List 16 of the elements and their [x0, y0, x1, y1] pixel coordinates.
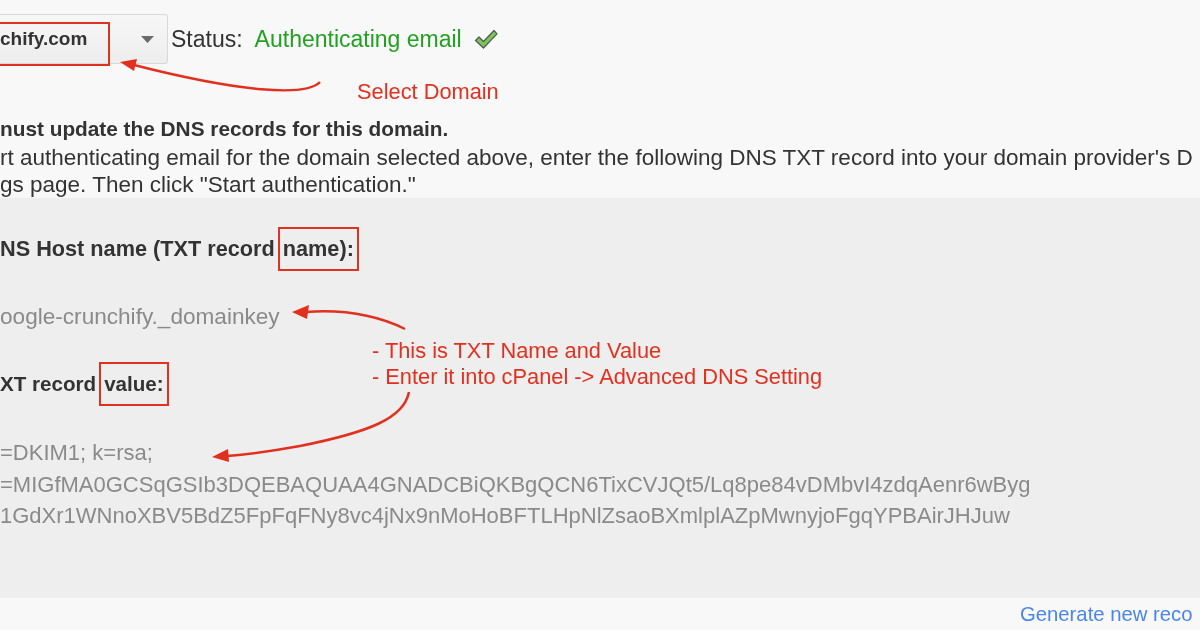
field-label: name):: [282, 236, 354, 262]
annotation-text: Select Domain: [357, 79, 499, 105]
instructions-text: rt authenticating email for the domain selected above, enter the following DNS TXT record into your domain provider's D gs page. Then click "Start authentication.": [0, 144, 1193, 198]
field-label: value:: [104, 372, 164, 396]
record-value-text: =DKIM1; k=rsa; =MIGfMA0GCSqGSIb3DQEBAQUAA4GNADCBiQKBgQCN6TixCVJQt5/Lq8pe84vDMbvI4zdqAenr6wByg 1GdXr1WNnoXBV5BdZ5FpFqFNy8vc4jNx9nMoHoBFTLHpNlZsaoBXmlplAZpMwnyjoFgqYPBAirJHJuw: [0, 439, 1031, 530]
status-label: Status:: [171, 25, 243, 53]
annotation-text: - This is TXT Name and Value: [372, 338, 663, 364]
checkmark-icon: [473, 28, 498, 50]
record-name-text: oogle-crunchify._domainkey: [0, 303, 280, 331]
status-text: Authenticating email: [254, 25, 462, 53]
domain-dropdown[interactable]: chify.com: [0, 14, 168, 64]
annotation-text: - Enter it into cPanel -> Advanced DNS Setting: [372, 364, 823, 390]
field-label: XT record: [0, 372, 97, 396]
field-label: NS Host name (TXT record: [0, 236, 275, 262]
caret-icon: [141, 35, 154, 43]
notice-heading: nust update the DNS records for this domain.: [0, 116, 449, 142]
